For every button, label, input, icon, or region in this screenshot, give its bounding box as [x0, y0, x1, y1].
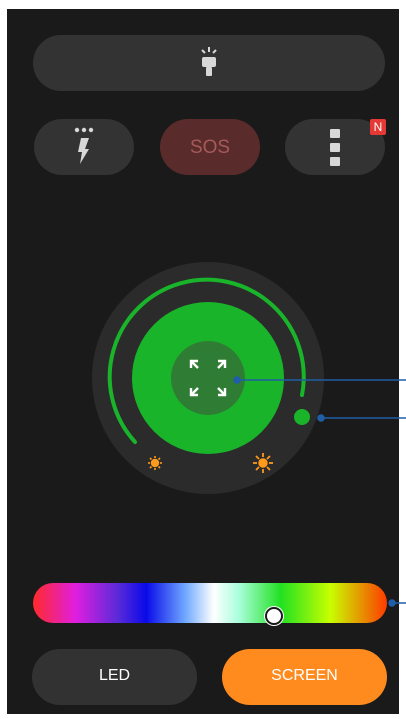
led-mode-button[interactable]: LED — [32, 649, 197, 705]
flashlight-toggle-button[interactable] — [33, 35, 385, 91]
app-screen: SOS N LED SCREEN — [7, 9, 399, 714]
color-slider[interactable] — [33, 583, 387, 623]
color-slider-thumb[interactable] — [265, 607, 283, 625]
bright-sun-icon — [253, 453, 273, 473]
sos-label: SOS — [189, 137, 231, 158]
new-badge: N — [370, 119, 386, 135]
strobe-button[interactable] — [34, 119, 134, 175]
lightning-dots-icon — [74, 127, 94, 164]
sos-button[interactable]: SOS — [160, 119, 260, 175]
vertical-dots-icon — [330, 129, 340, 166]
fullscreen-button[interactable] — [171, 341, 245, 415]
brightness-dial[interactable] — [92, 262, 324, 494]
screen-mode-label: SCREEN — [271, 667, 338, 684]
brightness-thumb[interactable] — [294, 409, 310, 425]
screen-mode-button[interactable]: SCREEN — [222, 649, 387, 705]
led-mode-label: LED — [98, 667, 131, 684]
flashlight-icon — [201, 47, 217, 76]
